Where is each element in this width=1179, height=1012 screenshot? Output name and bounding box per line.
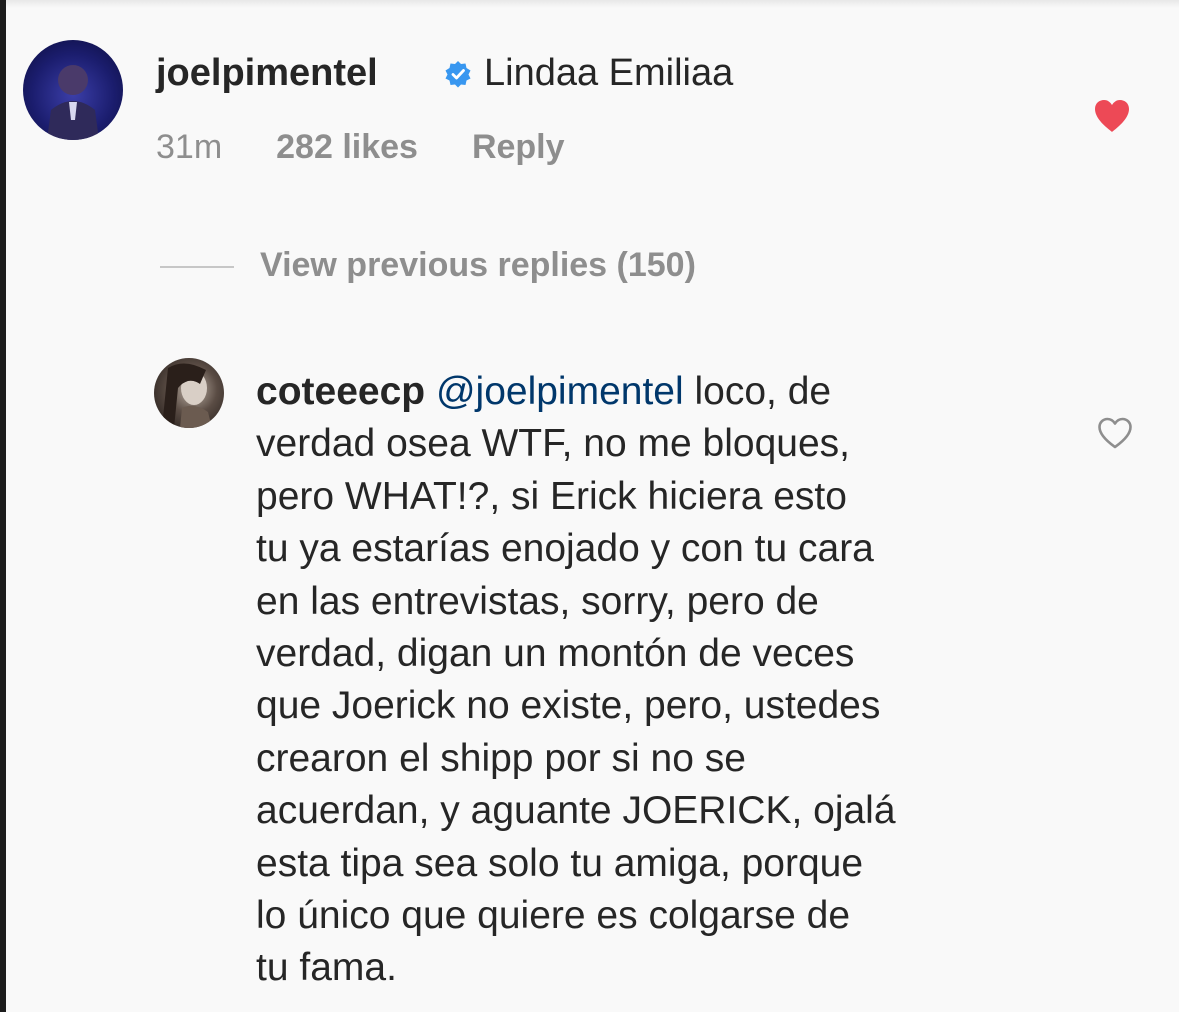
- reply-mention-link[interactable]: @joelpimentel: [436, 370, 684, 413]
- top-divider: [6, 0, 1179, 8]
- heart-outline-icon[interactable]: [1096, 416, 1134, 450]
- reply-text-start: loco, de: [683, 370, 832, 413]
- instagram-comments-screen: joelpimentel Lindaa Emiliaa 31m 282 like…: [6, 0, 1179, 1012]
- replies-divider-line: [160, 266, 234, 268]
- comment-likes-count[interactable]: 282 likes: [276, 128, 418, 167]
- avatar[interactable]: [154, 358, 224, 428]
- heart-filled-icon[interactable]: [1092, 98, 1132, 134]
- reply-text-line: verdad, digan un montón de veces: [256, 632, 855, 676]
- reply-text-line: esta tipa sea solo tu amiga, porque: [256, 841, 864, 885]
- reply-text-line: tu ya estarías enojado y con tu cara: [256, 527, 874, 571]
- reply-comment: coteeecp @joelpimentel loco, de verdad o…: [256, 366, 1056, 995]
- reply-text-line: verdad osea WTF, no me bloques,: [256, 422, 850, 466]
- verified-badge-icon: [445, 61, 471, 88]
- reply-button[interactable]: Reply: [472, 128, 565, 167]
- reply-text-line: lo único que quiere es colgarse de: [256, 894, 851, 938]
- comment-time: 31m: [156, 128, 223, 166]
- reply-first-line: coteeecp @joelpimentel loco, de: [256, 366, 1056, 418]
- avatar-photo-icon: [162, 363, 212, 428]
- comment-username[interactable]: joelpimentel: [156, 52, 378, 95]
- reply-text-line: en las entrevistas, sorry, pero de: [256, 579, 819, 623]
- avatar[interactable]: [23, 40, 123, 140]
- comment-meta: 31m 282 likes Reply: [156, 128, 565, 167]
- comment-text: Lindaa Emiliaa: [484, 52, 734, 94]
- avatar-photo-icon: [47, 65, 99, 140]
- reply-text-line: crearon el shipp por si no se: [256, 736, 746, 780]
- view-previous-replies-link[interactable]: View previous replies (150): [260, 246, 696, 285]
- reply-text-line: tu fama.: [256, 946, 397, 990]
- reply-text-line: acuerdan, y aguante JOERICK, ojalá: [256, 789, 896, 833]
- reply-text-line: pero WHAT!?, si Erick hiciera esto: [256, 474, 847, 518]
- reply-text-line: que Joerick no existe, pero, ustedes: [256, 684, 881, 728]
- reply-username[interactable]: coteeecp: [256, 370, 425, 413]
